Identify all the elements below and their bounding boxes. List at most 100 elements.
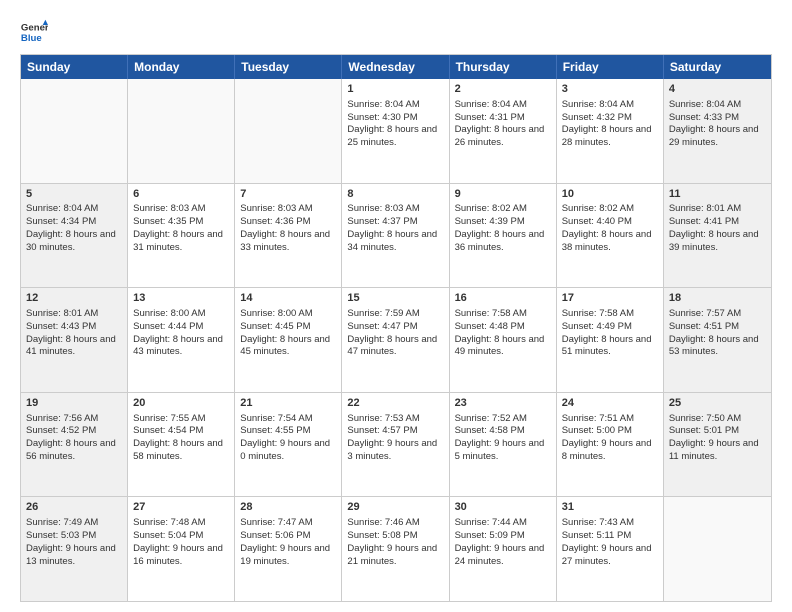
day-info: Sunrise: 7:55 AM Sunset: 4:54 PM Dayligh…	[133, 413, 223, 462]
day-number: 28	[240, 500, 336, 515]
day-info: Sunrise: 8:01 AM Sunset: 4:41 PM Dayligh…	[669, 203, 759, 252]
calendar-cell-w2d3: 15 Sunrise: 7:59 AM Sunset: 4:47 PM Dayli…	[342, 288, 449, 392]
day-info: Sunrise: 7:52 AM Sunset: 4:58 PM Dayligh…	[455, 413, 545, 462]
day-info: Sunrise: 7:44 AM Sunset: 5:09 PM Dayligh…	[455, 517, 545, 566]
calendar-cell-w0d0	[21, 79, 128, 183]
day-number: 24	[562, 396, 658, 411]
calendar-header-wednesday: Wednesday	[342, 55, 449, 79]
calendar-week-1: 5Sunrise: 8:04 AM Sunset: 4:34 PM Daylig…	[21, 184, 771, 289]
day-info: Sunrise: 7:59 AM Sunset: 4:47 PM Dayligh…	[347, 308, 437, 357]
calendar-cell-w0d4: 2Sunrise: 8:04 AM Sunset: 4:31 PM Daylig…	[450, 79, 557, 183]
day-number: 16	[455, 291, 551, 306]
day-info: Sunrise: 7:50 AM Sunset: 5:01 PM Dayligh…	[669, 413, 759, 462]
day-number: 15	[347, 291, 443, 306]
calendar-cell-w1d2: 7Sunrise: 8:03 AM Sunset: 4:36 PM Daylig…	[235, 184, 342, 288]
day-number: 23	[455, 396, 551, 411]
calendar-cell-w3d6: 25Sunrise: 7:50 AM Sunset: 5:01 PM Dayli…	[664, 393, 771, 497]
day-info: Sunrise: 8:04 AM Sunset: 4:32 PM Dayligh…	[562, 99, 652, 148]
calendar-cell-w3d0: 19 Sunrise: 7:56 AM Sunset: 4:52 PM Dayli…	[21, 393, 128, 497]
calendar-header-saturday: Saturday	[664, 55, 771, 79]
day-number: 20	[133, 396, 229, 411]
calendar-header-thursday: Thursday	[450, 55, 557, 79]
day-number: 13	[133, 291, 229, 306]
calendar-week-3: 19 Sunrise: 7:56 AM Sunset: 4:52 PM Dayli…	[21, 393, 771, 498]
day-number: 22	[347, 396, 443, 411]
calendar-cell-w0d3: 1 Sunrise: 8:04 AM Sunset: 4:30 PM Daylig…	[342, 79, 449, 183]
day-info: Sunrise: 8:03 AM Sunset: 4:36 PM Dayligh…	[240, 203, 330, 252]
day-number: 3	[562, 82, 658, 97]
day-info: Sunrise: 7:49 AM Sunset: 5:03 PM Dayligh…	[26, 517, 116, 566]
day-info: Sunrise: 8:00 AM Sunset: 4:45 PM Dayligh…	[240, 308, 330, 357]
day-info: Sunrise: 8:02 AM Sunset: 4:39 PM Dayligh…	[455, 203, 545, 252]
day-number: 9	[455, 187, 551, 202]
calendar-cell-w3d3: 22 Sunrise: 7:53 AM Sunset: 4:57 PM Dayli…	[342, 393, 449, 497]
calendar-cell-w1d0: 5Sunrise: 8:04 AM Sunset: 4:34 PM Daylig…	[21, 184, 128, 288]
day-info: Sunrise: 8:04 AM Sunset: 4:33 PM Dayligh…	[669, 99, 759, 148]
calendar-cell-w4d4: 30 Sunrise: 7:44 AM Sunset: 5:09 PM Dayli…	[450, 497, 557, 601]
calendar-cell-w2d2: 14 Sunrise: 8:00 AM Sunset: 4:45 PM Dayli…	[235, 288, 342, 392]
calendar-cell-w1d4: 9Sunrise: 8:02 AM Sunset: 4:39 PM Daylig…	[450, 184, 557, 288]
day-number: 21	[240, 396, 336, 411]
day-number: 31	[562, 500, 658, 515]
day-number: 26	[26, 500, 122, 515]
calendar-cell-w4d6	[664, 497, 771, 601]
day-number: 7	[240, 187, 336, 202]
calendar-cell-w3d2: 21 Sunrise: 7:54 AM Sunset: 4:55 PM Dayli…	[235, 393, 342, 497]
calendar-cell-w0d2	[235, 79, 342, 183]
day-number: 2	[455, 82, 551, 97]
day-info: Sunrise: 8:00 AM Sunset: 4:44 PM Dayligh…	[133, 308, 223, 357]
day-info: Sunrise: 8:03 AM Sunset: 4:35 PM Dayligh…	[133, 203, 223, 252]
day-info: Sunrise: 7:46 AM Sunset: 5:08 PM Dayligh…	[347, 517, 437, 566]
day-info: Sunrise: 7:54 AM Sunset: 4:55 PM Dayligh…	[240, 413, 330, 462]
calendar-cell-w0d6: 4 Sunrise: 8:04 AM Sunset: 4:33 PM Daylig…	[664, 79, 771, 183]
day-info: Sunrise: 8:01 AM Sunset: 4:43 PM Dayligh…	[26, 308, 116, 357]
day-info: Sunrise: 7:48 AM Sunset: 5:04 PM Dayligh…	[133, 517, 223, 566]
calendar-cell-w4d3: 29Sunrise: 7:46 AM Sunset: 5:08 PM Dayli…	[342, 497, 449, 601]
day-info: Sunrise: 7:43 AM Sunset: 5:11 PM Dayligh…	[562, 517, 652, 566]
calendar-header-monday: Monday	[128, 55, 235, 79]
day-info: Sunrise: 8:03 AM Sunset: 4:37 PM Dayligh…	[347, 203, 437, 252]
day-number: 14	[240, 291, 336, 306]
day-number: 17	[562, 291, 658, 306]
calendar-body: 1 Sunrise: 8:04 AM Sunset: 4:30 PM Daylig…	[21, 79, 771, 601]
day-info: Sunrise: 8:04 AM Sunset: 4:34 PM Dayligh…	[26, 203, 116, 252]
day-number: 19	[26, 396, 122, 411]
day-number: 6	[133, 187, 229, 202]
header: General Blue	[20, 18, 772, 46]
day-info: Sunrise: 8:04 AM Sunset: 4:30 PM Dayligh…	[347, 99, 437, 148]
svg-text:Blue: Blue	[21, 33, 42, 44]
calendar: SundayMondayTuesdayWednesdayThursdayFrid…	[20, 54, 772, 602]
day-number: 30	[455, 500, 551, 515]
day-info: Sunrise: 7:56 AM Sunset: 4:52 PM Dayligh…	[26, 413, 116, 462]
day-info: Sunrise: 8:02 AM Sunset: 4:40 PM Dayligh…	[562, 203, 652, 252]
calendar-cell-w1d3: 8Sunrise: 8:03 AM Sunset: 4:37 PM Daylig…	[342, 184, 449, 288]
day-number: 18	[669, 291, 766, 306]
calendar-cell-w1d6: 11Sunrise: 8:01 AM Sunset: 4:41 PM Dayli…	[664, 184, 771, 288]
calendar-week-4: 26 Sunrise: 7:49 AM Sunset: 5:03 PM Dayli…	[21, 497, 771, 601]
calendar-cell-w2d5: 17 Sunrise: 7:58 AM Sunset: 4:49 PM Dayli…	[557, 288, 664, 392]
day-number: 1	[347, 82, 443, 97]
calendar-cell-w4d0: 26 Sunrise: 7:49 AM Sunset: 5:03 PM Dayli…	[21, 497, 128, 601]
calendar-header-friday: Friday	[557, 55, 664, 79]
calendar-cell-w2d4: 16Sunrise: 7:58 AM Sunset: 4:48 PM Dayli…	[450, 288, 557, 392]
day-number: 5	[26, 187, 122, 202]
calendar-cell-w4d1: 27Sunrise: 7:48 AM Sunset: 5:04 PM Dayli…	[128, 497, 235, 601]
day-number: 11	[669, 187, 766, 202]
calendar-header-sunday: Sunday	[21, 55, 128, 79]
calendar-cell-w1d5: 10Sunrise: 8:02 AM Sunset: 4:40 PM Dayli…	[557, 184, 664, 288]
calendar-week-2: 12Sunrise: 8:01 AM Sunset: 4:43 PM Dayli…	[21, 288, 771, 393]
day-info: Sunrise: 7:51 AM Sunset: 5:00 PM Dayligh…	[562, 413, 652, 462]
calendar-cell-w0d1	[128, 79, 235, 183]
day-number: 4	[669, 82, 766, 97]
calendar-cell-w4d2: 28 Sunrise: 7:47 AM Sunset: 5:06 PM Dayli…	[235, 497, 342, 601]
day-info: Sunrise: 7:47 AM Sunset: 5:06 PM Dayligh…	[240, 517, 330, 566]
day-info: Sunrise: 7:53 AM Sunset: 4:57 PM Dayligh…	[347, 413, 437, 462]
calendar-cell-w0d5: 3 Sunrise: 8:04 AM Sunset: 4:32 PM Daylig…	[557, 79, 664, 183]
day-info: Sunrise: 7:58 AM Sunset: 4:49 PM Dayligh…	[562, 308, 652, 357]
day-info: Sunrise: 7:57 AM Sunset: 4:51 PM Dayligh…	[669, 308, 759, 357]
calendar-cell-w1d1: 6Sunrise: 8:03 AM Sunset: 4:35 PM Daylig…	[128, 184, 235, 288]
logo: General Blue	[20, 18, 52, 46]
calendar-cell-w3d5: 24 Sunrise: 7:51 AM Sunset: 5:00 PM Dayli…	[557, 393, 664, 497]
calendar-header-tuesday: Tuesday	[235, 55, 342, 79]
logo-icon: General Blue	[20, 18, 48, 46]
